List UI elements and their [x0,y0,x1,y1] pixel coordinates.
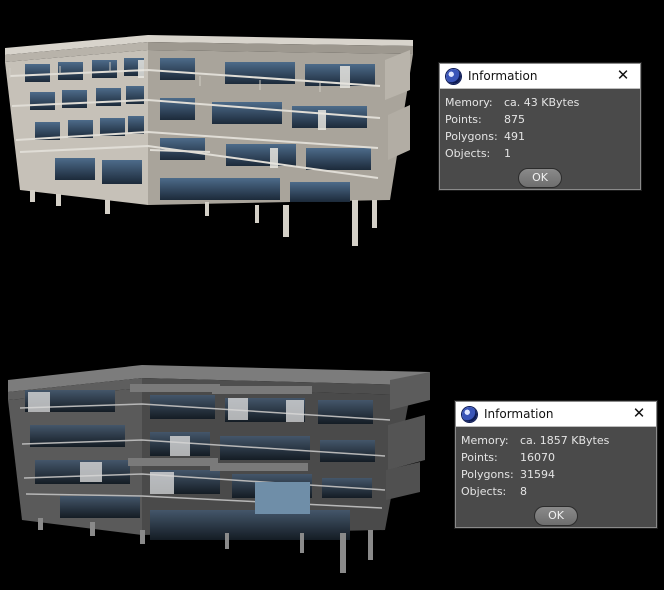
points-label: Points: [445,113,482,126]
objects-label: Objects: [445,147,491,160]
objects-value: 1 [504,147,511,160]
building-render-high-poly [8,365,430,573]
polygons-value: 31594 [520,468,555,481]
cinema4d-sphere-icon [446,68,461,84]
information-dialog-low-poly: Information ✕ Memory: ca. 43 KBytes Poin… [439,63,641,190]
information-dialog-high-poly: Information ✕ Memory: ca. 1857 KBytes Po… [455,401,657,528]
info-row-polygons: Polygons: 31594 [461,466,609,483]
dialog-title: Information [484,407,554,421]
points-label: Points: [461,451,498,464]
objects-label: Objects: [461,485,507,498]
polygons-label: Polygons: [461,468,514,481]
dialog-titlebar[interactable]: Information ✕ [456,402,656,427]
polygons-label: Polygons: [445,130,498,143]
close-icon[interactable]: ✕ [614,66,632,84]
dialog-titlebar[interactable]: Information ✕ [440,64,640,89]
info-table: Memory: ca. 1857 KBytes Points: 16070 Po… [461,432,609,500]
memory-value: ca. 43 KBytes [504,96,580,109]
info-row-objects: Objects: 8 [461,483,609,500]
objects-value: 8 [520,485,527,498]
points-value: 875 [504,113,525,126]
points-value: 16070 [520,451,555,464]
info-table: Memory: ca. 43 KBytes Points: 875 Polygo… [445,94,579,162]
info-row-points: Points: 875 [445,111,579,128]
info-row-objects: Objects: 1 [445,145,579,162]
info-row-polygons: Polygons: 491 [445,128,579,145]
info-row-memory: Memory: ca. 43 KBytes [445,94,579,111]
cinema4d-sphere-icon [462,406,477,422]
memory-value: ca. 1857 KBytes [520,434,610,447]
info-row-memory: Memory: ca. 1857 KBytes [461,432,609,449]
button-row: OK [440,166,640,188]
close-icon[interactable]: ✕ [630,404,648,422]
ok-button[interactable]: OK [518,167,562,188]
ok-button[interactable]: OK [534,505,578,526]
polygons-value: 491 [504,130,525,143]
info-row-points: Points: 16070 [461,449,609,466]
memory-label: Memory: [461,434,509,447]
button-row: OK [456,504,656,526]
dialog-title: Information [468,69,538,83]
building-render-low-poly [5,35,413,246]
memory-label: Memory: [445,96,493,109]
